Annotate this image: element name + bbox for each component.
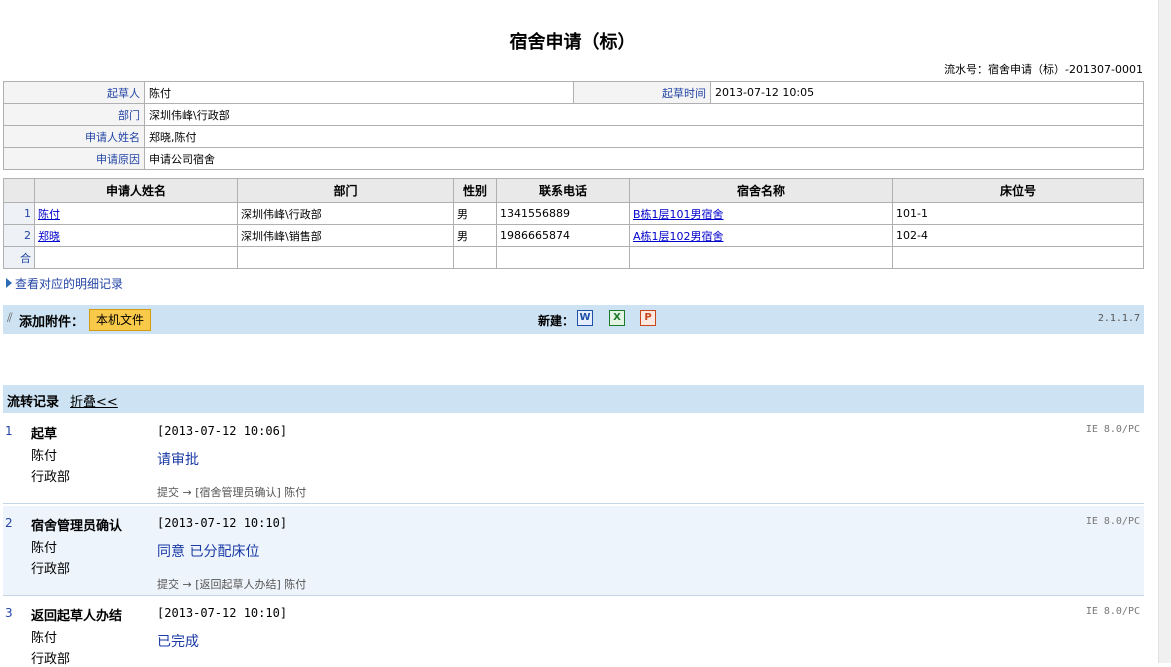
flow-record: 2 宿舍管理员确认 陈付 行政部 [2013-07-12 10:10] 同意 已… [3,506,1144,596]
flow-record-bar: 流转记录 折叠<< [3,385,1144,413]
dept-label: 部门 [3,103,145,126]
drafter-value: 陈付 [144,81,574,104]
record-dept: 行政部 [31,470,71,485]
record-time: [2013-07-12 10:10] [157,516,288,530]
gender-cell: 男 [453,224,497,247]
info-table: 起草人 陈付 起草时间 2013-07-12 10:05 部门 深圳伟峰\行政部… [3,81,1144,170]
view-detail-label: 查看对应的明细记录 [15,277,124,291]
paperclip-icon: ⫽ [7,311,13,326]
drafter-label: 起草人 [3,81,145,104]
applicant-cell: 郑晓 [34,224,238,247]
reason-label: 申请原因 [3,147,145,170]
sum-cell [237,246,454,269]
applicant-link[interactable]: 陈付 [38,208,60,221]
record-next-step: 提交 → [宿舍管理员确认] 陈付 [157,486,307,499]
phone-cell: 1986665874 [496,224,630,247]
record-client: IE 8.0/PC [1085,424,1140,435]
flow-record: 3 返回起草人办结 陈付 行政部 [2013-07-12 10:10] 已完成 … [3,596,1144,667]
flow-record: 1 起草 陈付 行政部 [2013-07-12 10:06] 请审批 提交 → … [3,414,1144,504]
sum-cell [496,246,630,269]
record-opinion: 同意 已分配床位 [157,544,260,560]
record-dept: 行政部 [31,652,71,667]
bed-cell: 101-1 [892,202,1144,225]
gender-cell: 男 [453,202,497,225]
dorm-link[interactable]: B栋1层101男宿舍 [633,208,724,221]
applicant-link[interactable]: 郑晓 [38,230,60,243]
header-gender: 性别 [453,178,497,203]
record-number: 3 [5,606,13,620]
dept-cell: 深圳伟峰\销售部 [237,224,454,247]
header-bed: 床位号 [892,178,1144,203]
vertical-scrollbar[interactable] [1158,0,1171,663]
index-header [3,178,35,203]
row-index: 2 [3,224,35,247]
dept-cell: 深圳伟峰\行政部 [237,202,454,225]
page-title: 宿舍申请（标） [509,32,636,53]
record-user: 陈付 [31,449,58,464]
dorm-cell: A栋1层102男宿舍 [629,224,893,247]
phone-cell: 1341556889 [496,202,630,225]
record-user: 陈付 [31,541,58,556]
draft-time-value: 2013-07-12 10:05 [710,81,1144,104]
record-number: 1 [5,424,13,438]
view-detail-link[interactable]: 查看对应的明细记录 [6,275,123,292]
record-number: 2 [5,516,13,530]
draft-time-label: 起草时间 [573,81,711,104]
record-client: IE 8.0/PC [1085,516,1140,527]
record-opinion: 已完成 [157,634,199,650]
dorm-cell: B栋1层101男宿舍 [629,202,893,225]
table-row: 2 郑晓 深圳伟峰\销售部 男 1986665874 A栋1层102男宿舍 10… [3,224,1144,247]
local-file-button[interactable]: 本机文件 [89,309,151,331]
triangle-right-icon [6,278,12,288]
row-index: 1 [3,202,35,225]
sum-cell [453,246,497,269]
table-row: 1 陈付 深圳伟峰\行政部 男 1341556889 B栋1层101男宿舍 10… [3,202,1144,225]
header-dept: 部门 [237,178,454,203]
dept-value: 深圳伟峰\行政部 [144,103,1144,126]
word-icon[interactable]: W [577,310,593,326]
dorm-link[interactable]: A栋1层102男宿舍 [633,230,724,243]
collapse-link[interactable]: 折叠<< [70,391,118,410]
record-client: IE 8.0/PC [1085,606,1140,617]
new-label: 新建： [538,314,575,328]
reason-value: 申请公司宿舍 [144,147,1144,170]
applicant-value: 郑晓,陈付 [144,125,1144,148]
sum-row: 合 [3,246,1144,269]
sum-cell [629,246,893,269]
header-name: 申请人姓名 [34,178,238,203]
excel-icon[interactable]: X [609,310,625,326]
header-dorm: 宿舍名称 [629,178,893,203]
powerpoint-icon[interactable]: P [640,310,656,326]
record-next-step: 提交 → [返回起草人办结] 陈付 [157,578,307,591]
flow-record-title: 流转记录 [7,395,60,410]
applicant-label: 申请人姓名 [3,125,145,148]
sum-cell [34,246,238,269]
attachment-bar: ⫽ 添加附件： 本机文件 新建： W X P 2.1.1.7 [3,305,1144,334]
header-phone: 联系电话 [496,178,630,203]
version-label: 2.1.1.7 [1097,313,1140,324]
detail-table: 申请人姓名 部门 性别 联系电话 宿舍名称 床位号 1 陈付 深圳伟峰\行政部 … [3,178,1144,269]
record-step: 返回起草人办结 [31,609,123,624]
record-step: 宿舍管理员确认 [31,519,123,534]
sum-label: 合 [3,246,35,269]
attach-label: 添加附件： [19,315,85,330]
record-dept: 行政部 [31,562,71,577]
record-user: 陈付 [31,631,58,646]
record-opinion: 请审批 [157,452,199,468]
sum-cell [892,246,1144,269]
applicant-cell: 陈付 [34,202,238,225]
detail-header-row: 申请人姓名 部门 性别 联系电话 宿舍名称 床位号 [3,178,1144,203]
record-time: [2013-07-12 10:10] [157,606,288,620]
record-step: 起草 [31,427,58,442]
serial-number: 流水号：宿舍申请（标）-201307-0001 [944,63,1143,76]
record-time: [2013-07-12 10:06] [157,424,288,438]
bed-cell: 102-4 [892,224,1144,247]
